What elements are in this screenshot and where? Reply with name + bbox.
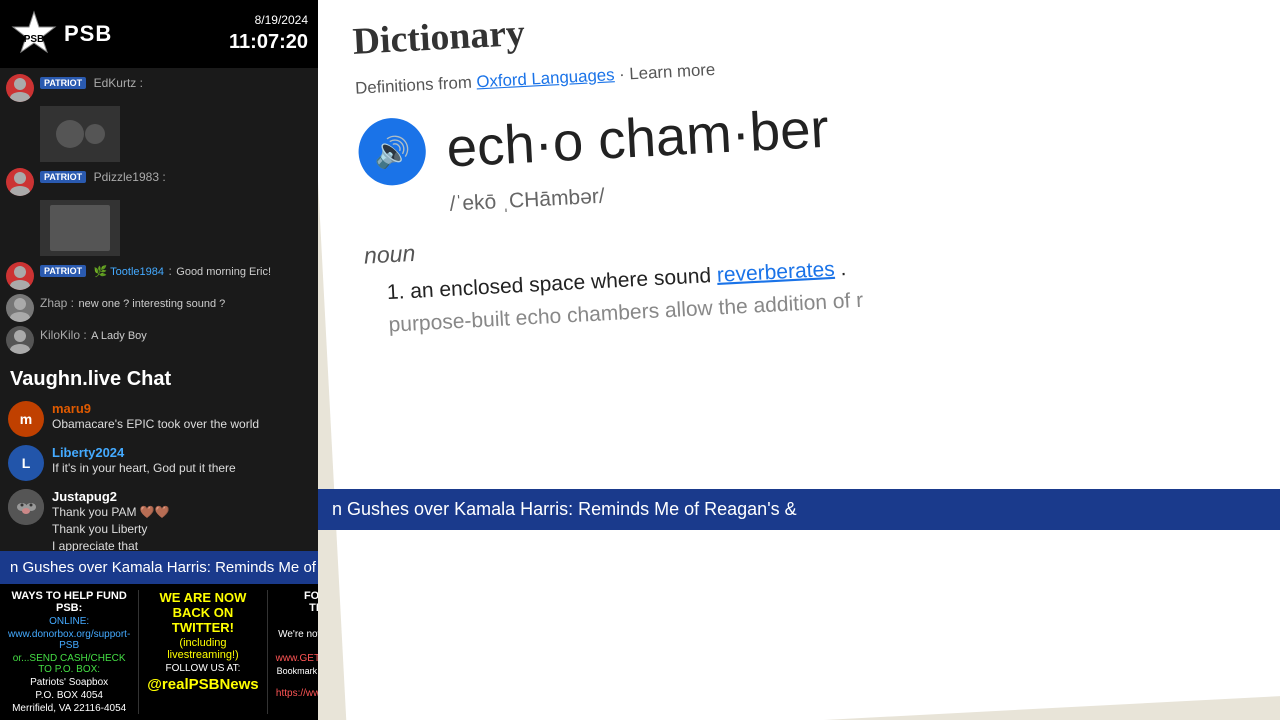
list-item: PATRIOT EdKurtz : — [6, 72, 312, 104]
vaughn-title: Vaughn.live Chat — [10, 368, 308, 391]
bookmark-line: Bookmark our website NOW for daily artic… — [276, 666, 318, 686]
date-display: 8/19/2024 — [229, 12, 308, 29]
def-suffix: . — [840, 257, 847, 280]
chat-message: Obamacare's EPIC took over the world — [52, 416, 310, 433]
avatar — [8, 489, 44, 525]
chat-username: EdKurtz : — [94, 76, 143, 90]
chat-username: Zhap : — [40, 296, 74, 310]
source-text: Definitions from — [355, 74, 472, 98]
chat-username: KiloKilo : — [40, 328, 87, 342]
list-item: KiloKilo : A Lady Boy — [6, 324, 312, 356]
main-content: Dictionary Definitions from Oxford Langu… — [318, 0, 1280, 720]
avatar — [6, 74, 34, 102]
svg-text:PSB: PSB — [24, 34, 45, 45]
patriot-badge: PATRIOT — [40, 265, 86, 277]
learn-more: · Learn more — [619, 61, 716, 84]
chat-messages: m maru9 Obamacare's EPIC took over the w… — [0, 395, 318, 551]
avatar: m — [8, 401, 44, 437]
psb-logo-icon: PSB — [10, 10, 58, 58]
list-item: Zhap : new one ? interesting sound ? — [6, 292, 312, 324]
twitter-line3: FOLLOW US AT: — [147, 663, 258, 674]
list-item: m maru9 Obamacare's EPIC took over the w… — [8, 401, 310, 437]
dictionary-page: Dictionary Definitions from Oxford Langu… — [318, 0, 1280, 720]
avatar — [6, 326, 34, 354]
truthsocial-handle: @PSBNews — [276, 616, 318, 627]
chat-username: : — [168, 264, 171, 278]
gettr-link[interactable]: www.GETTR.com/user/PSBNews — [276, 653, 318, 664]
chat-username: Justapug2 — [52, 489, 310, 504]
main-ticker-bar: n Gushes over Kamala Harris: Reminds Me … — [318, 489, 1280, 530]
speaker-icon: 🔊 — [373, 133, 411, 170]
fund-psb-col: WAYS TO HELP FUND PSB: ONLINE: www.donor… — [0, 590, 139, 714]
chat-message: Good morning Eric! — [176, 266, 271, 278]
logo-area: PSB PSB — [10, 10, 112, 58]
list-item: L Liberty2024 If it's in your heart, God… — [8, 445, 310, 481]
datetime: 8/19/2024 11:07:20 — [229, 12, 308, 57]
sidebar: PSB PSB 8/19/2024 11:07:20 PATRIOT EdKur… — [0, 0, 318, 720]
bottom-info-bar: WAYS TO HELP FUND PSB: ONLINE: www.donor… — [0, 584, 318, 720]
chat-message: Thank you PAM 🤎🤎Thank you LibertyI appre… — [52, 504, 310, 551]
chat-username: Liberty2024 — [52, 445, 310, 460]
twitter-line2: (including livestreaming!) — [147, 637, 258, 661]
twitter-line1: WE ARE NOW BACK ON TWITTER! — [147, 590, 258, 635]
vaughn-chat-header: Vaughn.live Chat — [0, 360, 318, 395]
dict-word: ech·o cham·ber — [445, 97, 830, 180]
avatar — [6, 262, 34, 290]
def-link[interactable]: reverberates — [716, 258, 835, 287]
oxford-link[interactable]: Oxford Languages — [476, 66, 615, 91]
chat-username: maru9 — [52, 401, 310, 416]
cash-label: or...SEND CASH/CHECK TO P.O. BOX: — [8, 653, 130, 675]
chat-content: maru9 Obamacare's EPIC took over the wor… — [52, 401, 310, 433]
donorbox-link[interactable]: www.donorbox.org/support-PSB — [8, 629, 130, 651]
chat-content: Liberty2024 If it's in your heart, God p… — [52, 445, 310, 477]
avatar-image — [40, 200, 120, 256]
avatar — [6, 294, 34, 322]
truthsocial-title: FOLLOW PSB ON TRUTHSOCIAL: — [276, 590, 318, 614]
list-item: Justapug2 Thank you PAM 🤎🤎Thank you Libe… — [8, 489, 310, 551]
twitter-col: WE ARE NOW BACK ON TWITTER! (including l… — [139, 590, 267, 714]
fund-title: WAYS TO HELP FUND PSB: — [8, 590, 130, 614]
sub-badge: 🌿 Tootle1984 — [94, 266, 164, 278]
list-item: PATRIOT 🌿 Tootle1984 : Good morning Eric… — [6, 260, 312, 292]
old-chat-area: PATRIOT EdKurtz : PATRIOT Pdizzle1983 : — [0, 68, 318, 360]
website-link[interactable]: https://www.PatriotsSoapbox.com — [276, 688, 318, 699]
avatar — [6, 168, 34, 196]
patriot-badge: PATRIOT — [40, 171, 86, 183]
main-ticker-text: n Gushes over Kamala Harris: Reminds Me … — [332, 499, 797, 519]
list-item: PATRIOT Pdizzle1983 : — [6, 166, 312, 198]
patriot-badge: PATRIOT — [40, 77, 86, 89]
time-display: 11:07:20 — [229, 28, 308, 56]
chat-message: new one ? interesting sound ? — [78, 298, 225, 310]
po-box: P.O. BOX 4054 — [8, 690, 130, 701]
city: Merrifield, VA 22116-4054 — [8, 703, 130, 714]
chat-content: Justapug2 Thank you PAM 🤎🤎Thank you Libe… — [52, 489, 310, 551]
chat-message: If it's in your heart, God put it there — [52, 460, 310, 477]
truthsocial-col: FOLLOW PSB ON TRUTHSOCIAL: @PSBNews We'r… — [268, 590, 318, 714]
speaker-button[interactable]: 🔊 — [357, 116, 428, 187]
ticker-text: n Gushes over Kamala Harris: Reminds Me … — [10, 559, 318, 576]
online-label: ONLINE: — [8, 616, 130, 627]
avatar-image — [40, 106, 120, 162]
avatar: L — [8, 445, 44, 481]
logo-text: PSB — [64, 21, 112, 47]
gettr-line1: We're now LIVESTREAMING on GETTR: — [276, 629, 318, 651]
twitter-handle: @realPSBNews — [147, 676, 258, 693]
ticker-bar-sidebar: n Gushes over Kamala Harris: Reminds Me … — [0, 551, 318, 584]
org-name: Patriots' Soapbox — [8, 677, 130, 688]
chat-message: A Lady Boy — [91, 330, 147, 342]
top-bar: PSB PSB 8/19/2024 11:07:20 — [0, 0, 318, 68]
chat-username: Pdizzle1983 : — [94, 170, 166, 184]
